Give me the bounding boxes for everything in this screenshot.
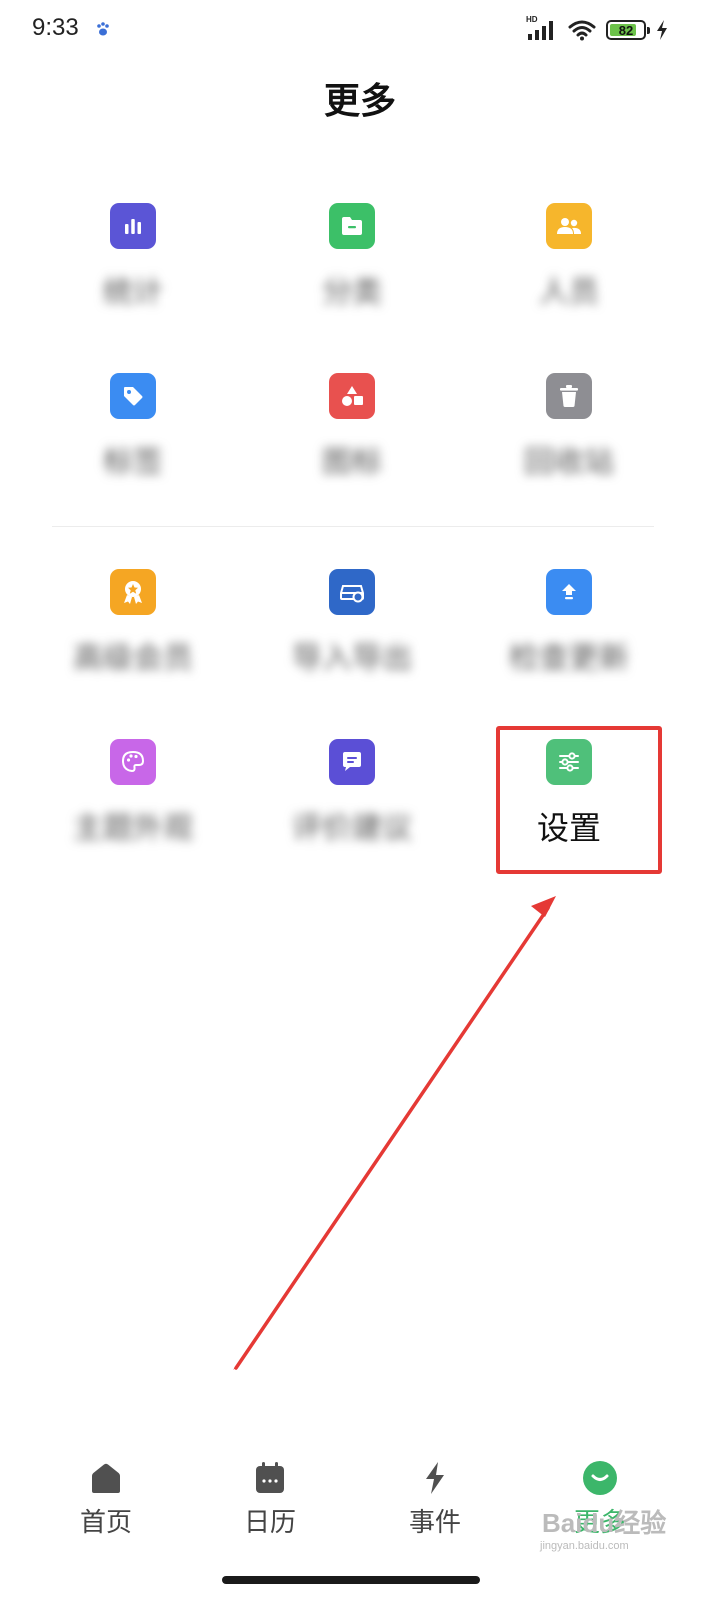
nav-item-events[interactable]: 事件 (365, 1460, 505, 1540)
page-title: 更多 (323, 81, 396, 122)
charging-bolt-icon (657, 20, 667, 40)
grid-item-label: 主题外观 (73, 811, 193, 846)
grid-item-category[interactable]: 分类 (242, 203, 462, 343)
status-time: 9:33 (32, 14, 79, 41)
grid-item-stats[interactable]: 统计 (23, 203, 243, 343)
battery-icon: 82 (606, 20, 650, 40)
folder-icon (329, 203, 375, 249)
more-smile-icon (583, 1461, 617, 1495)
people-icon (546, 203, 592, 249)
grid-item-premium[interactable]: 高级会员 (23, 569, 243, 709)
nav-label: 事件 (408, 1508, 461, 1538)
grid-item-label: 检查更新 (509, 641, 629, 676)
trash-icon (546, 373, 592, 419)
shapes-icon (329, 373, 375, 419)
home-icon (92, 1463, 120, 1493)
section-divider (52, 526, 654, 527)
grid-item-theme[interactable]: 主题外观 (23, 739, 243, 879)
grid-item-label: 统计 (103, 275, 163, 310)
signal-icon: HD (526, 15, 558, 42)
grid-item-shapes[interactable]: 图标 (242, 373, 462, 513)
grid-item-label: 评价建议 (292, 811, 412, 846)
grid-item-import-export[interactable]: 导入导出 (242, 569, 462, 709)
grid-item-label: 高级会员 (73, 641, 193, 676)
annotation-highlight-box (496, 726, 662, 874)
bar-chart-icon (110, 203, 156, 249)
grid-item-people[interactable]: 人员 (459, 203, 679, 343)
wifi-icon (568, 20, 596, 41)
status-icons: HD 82 (526, 15, 668, 42)
import-export-icon (329, 569, 375, 615)
lightning-icon (426, 1462, 444, 1494)
calendar-icon (256, 1462, 284, 1493)
grid-item-label: 回收站 (524, 445, 614, 480)
grid-item-update[interactable]: 检查更新 (459, 569, 679, 709)
watermark: Baidu经验 (542, 1508, 667, 1538)
nav-item-calendar[interactable]: 日历 (200, 1460, 340, 1540)
grid-item-label: 标签 (103, 445, 163, 480)
grid-item-tags[interactable]: 标签 (23, 373, 243, 513)
tag-icon (110, 373, 156, 419)
network-label: HD (526, 15, 538, 24)
grid-item-label: 分类 (322, 275, 382, 310)
nav-label: 首页 (79, 1508, 132, 1538)
message-icon (329, 739, 375, 785)
upload-icon (546, 569, 592, 615)
nav-item-home[interactable]: 首页 (36, 1460, 176, 1540)
grid-item-label: 图标 (322, 445, 382, 480)
status-bar: 9:33 HD 82 (0, 0, 720, 64)
baidu-paw-icon (97, 22, 109, 36)
watermark-url: jingyan.baidu.com (540, 1540, 629, 1552)
grid-item-feedback[interactable]: 评价建议 (242, 739, 462, 879)
grid-item-label: 导入导出 (292, 641, 412, 676)
badge-icon (110, 569, 156, 615)
battery-text: 82 (618, 22, 634, 38)
grid-item-label: 人员 (539, 275, 599, 310)
grid-item-trash[interactable]: 回收站 (459, 373, 679, 513)
palette-icon (110, 739, 156, 785)
home-indicator[interactable] (222, 1576, 480, 1584)
nav-label: 日历 (243, 1508, 296, 1538)
